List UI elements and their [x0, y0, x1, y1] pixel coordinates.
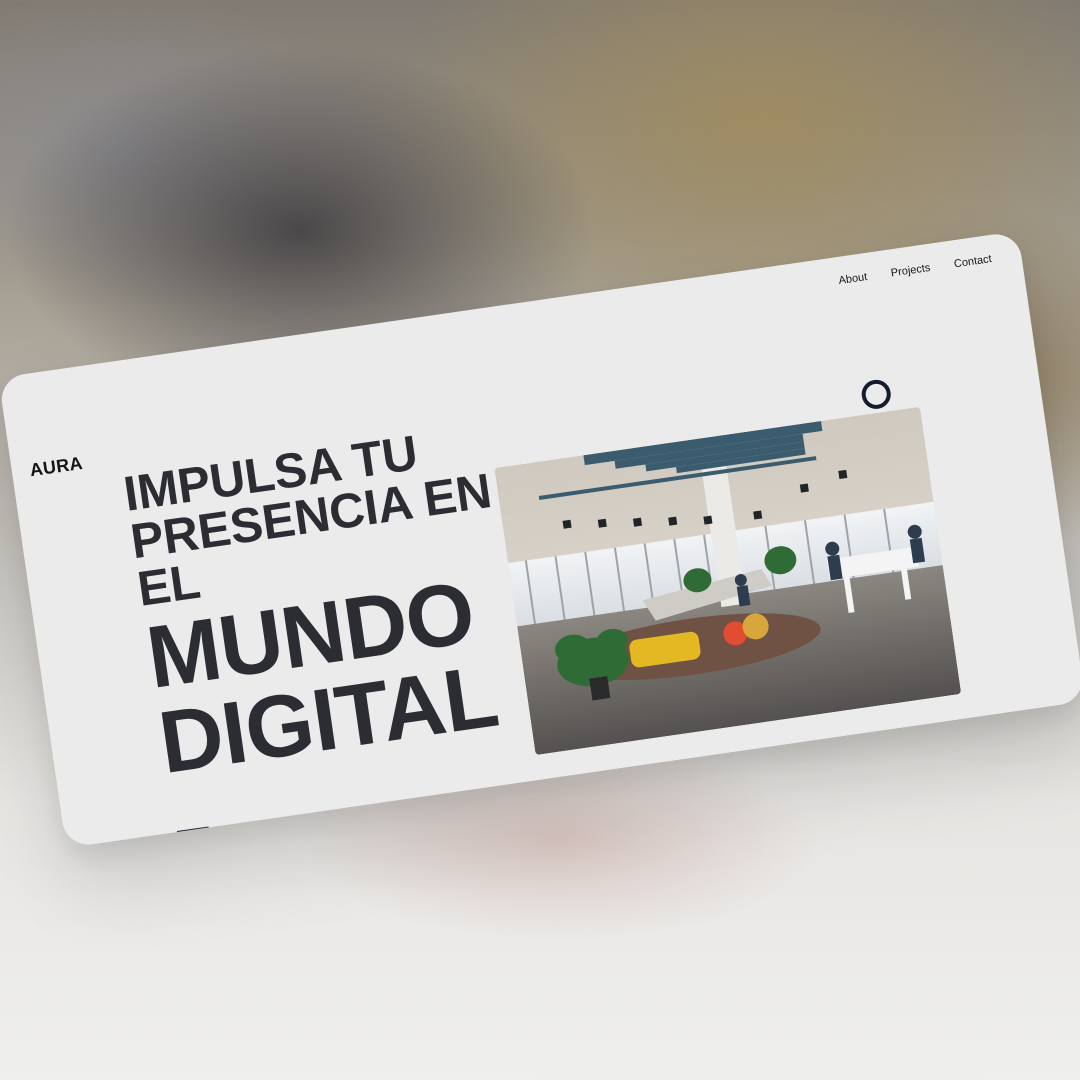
landing-page-card: AURA About Projects Contact IMPULSA TU P… [0, 230, 1080, 849]
brand-logo[interactable]: AURA [28, 453, 84, 481]
office-illustration [494, 406, 962, 756]
nav-link-about[interactable]: About [838, 271, 868, 287]
office-photo [494, 406, 962, 756]
accent-bar [176, 826, 210, 836]
nav-link-projects[interactable]: Projects [890, 262, 931, 280]
circle-toggle-button[interactable] [859, 377, 893, 411]
main-nav: About Projects Contact [838, 253, 993, 287]
nav-link-contact[interactable]: Contact [953, 253, 992, 270]
background-scene: AURA About Projects Contact IMPULSA TU P… [0, 0, 1080, 1080]
hero-description: Encontrar la solución digital perfecta p… [180, 801, 518, 849]
